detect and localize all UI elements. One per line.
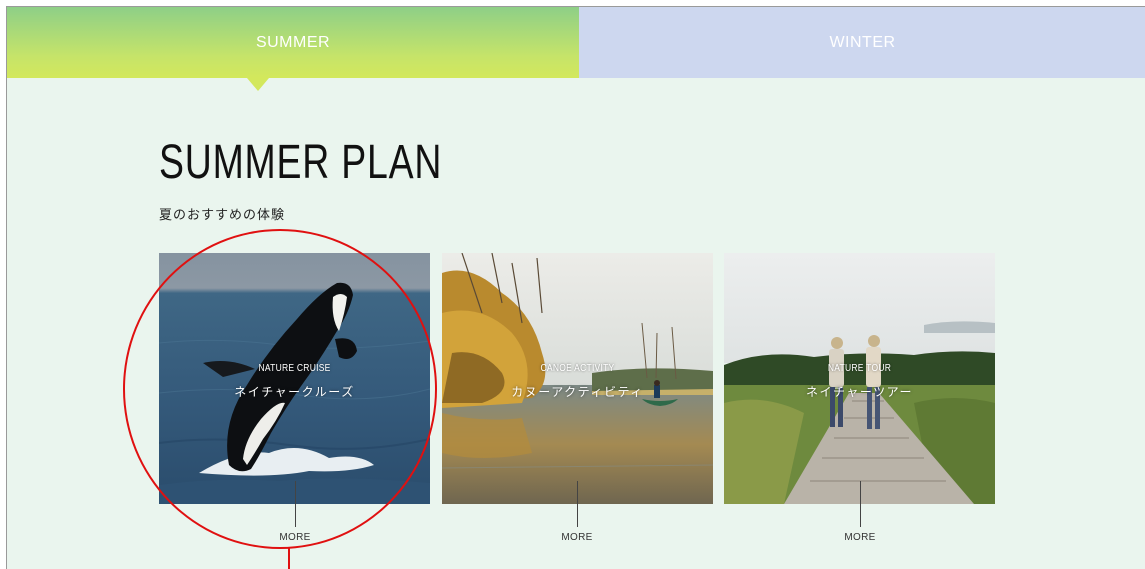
- more-link-nature-cruise[interactable]: MORE: [265, 532, 325, 543]
- tab-summer[interactable]: SUMMER: [7, 7, 579, 91]
- card-title-en: NATURE CRUISE: [258, 363, 331, 374]
- card-title-en: NATURE TOUR: [827, 363, 892, 374]
- card-caption: CANOE ACTIVITY カヌーアクティビティ: [442, 363, 713, 400]
- tab-winter-label: WINTER: [829, 33, 896, 51]
- card-canoe-activity[interactable]: CANOE ACTIVITY カヌーアクティビティ: [442, 253, 713, 504]
- card-nature-cruise[interactable]: NATURE CRUISE ネイチャークルーズ: [159, 253, 430, 504]
- card-title-jp: カヌーアクティビティ: [511, 385, 644, 399]
- card-title-en: CANOE ACTIVITY: [540, 363, 615, 374]
- card-title-jp: ネイチャークルーズ: [234, 385, 355, 399]
- tab-summer-label: SUMMER: [255, 33, 331, 51]
- more-link-nature-tour[interactable]: MORE: [830, 532, 890, 543]
- more-divider: [577, 481, 578, 527]
- card-caption: NATURE TOUR ネイチャーツアー: [724, 363, 995, 400]
- page-subtitle: 夏のおすすめの体験: [159, 208, 286, 223]
- more-divider: [295, 481, 296, 527]
- page-frame: SUMMER WINTER SUMMER PLAN 夏のおすすめの体験 NATU…: [6, 6, 1145, 569]
- card-caption: NATURE CRUISE ネイチャークルーズ: [159, 363, 430, 400]
- season-tabs: SUMMER WINTER: [7, 7, 1145, 91]
- active-tab-indicator: [247, 78, 269, 91]
- page-title: SUMMER PLAN: [159, 136, 443, 189]
- card-title-jp: ネイチャーツアー: [806, 385, 913, 399]
- more-link-canoe-activity[interactable]: MORE: [547, 532, 607, 543]
- card-nature-tour[interactable]: NATURE TOUR ネイチャーツアー: [724, 253, 995, 504]
- more-divider: [860, 481, 861, 527]
- tab-winter[interactable]: WINTER: [579, 7, 1145, 78]
- annotation-pointer: [288, 547, 290, 569]
